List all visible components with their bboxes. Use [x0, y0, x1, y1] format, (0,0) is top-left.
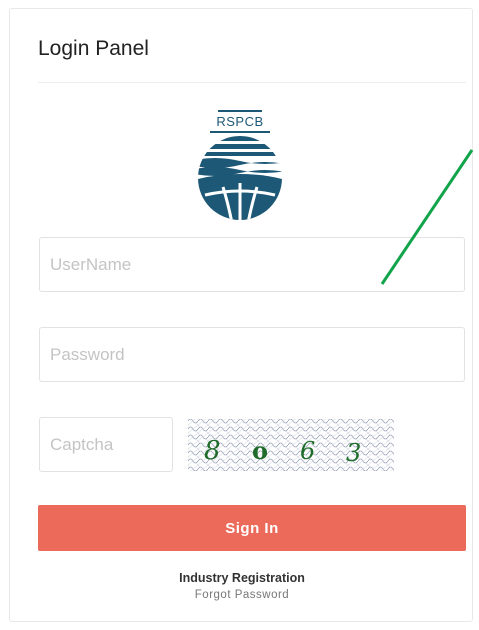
forgot-password-link[interactable]: Forgot Password: [10, 589, 474, 601]
title-divider: [38, 82, 466, 83]
captcha-char: 3: [346, 439, 361, 467]
login-panel: Login Panel RSPCB UserName Captcha 8 o 6…: [9, 8, 473, 622]
captcha-input[interactable]: [39, 417, 173, 472]
captcha-image: 8 o 6 3: [188, 417, 394, 473]
panel-title: Login Panel: [38, 37, 149, 60]
globe-icon: [198, 136, 282, 220]
industry-registration-link[interactable]: Industry Registration: [10, 571, 474, 585]
sign-in-button[interactable]: Sign In: [38, 505, 466, 551]
captcha-char: o: [252, 436, 268, 465]
username-input[interactable]: [39, 237, 465, 292]
logo-text: RSPCB: [216, 114, 263, 129]
captcha-char: 6: [300, 437, 315, 465]
captcha-char: 8: [204, 436, 221, 466]
password-input[interactable]: [39, 327, 465, 382]
rspcb-logo-icon: RSPCB: [198, 110, 282, 220]
